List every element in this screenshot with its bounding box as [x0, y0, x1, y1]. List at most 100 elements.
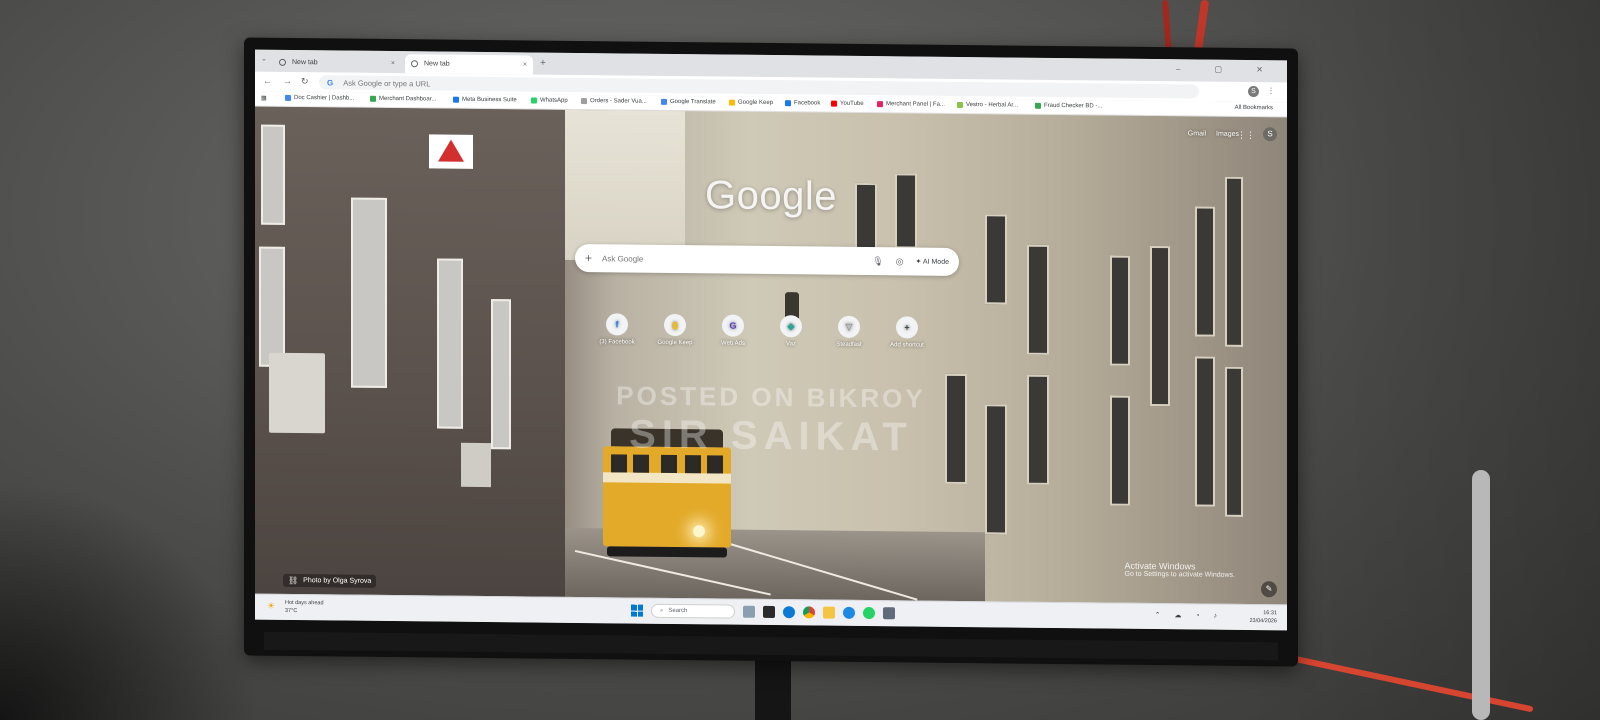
window	[1110, 395, 1130, 506]
images-link[interactable]: Images	[1216, 131, 1239, 138]
photo-credit[interactable]: ⛓ Photo by Olga Syrova	[283, 573, 377, 588]
vaz-icon: ◆	[780, 315, 802, 338]
bookmark-item[interactable]: Meta Business Suite	[453, 96, 517, 103]
shortcut-tile[interactable]: ▮ Google Keep	[645, 313, 705, 347]
windows-start-icon[interactable]	[631, 604, 643, 617]
tram-window	[633, 454, 649, 473]
edge-browser-icon[interactable]	[783, 606, 795, 619]
window	[259, 246, 285, 367]
account-avatar[interactable]: S	[1263, 127, 1277, 142]
bookmark-item[interactable]: Google Keep	[729, 99, 773, 106]
bookmark-item[interactable]: Merchant Panel | Fa...	[877, 101, 945, 108]
window	[1027, 374, 1049, 485]
apps-grid-icon[interactable]: ▦	[261, 95, 267, 102]
search-icon: ⌕	[660, 607, 664, 614]
calculator-icon[interactable]	[883, 607, 895, 620]
window	[945, 373, 967, 485]
address-input[interactable]	[341, 76, 746, 93]
favicon-icon	[370, 95, 376, 102]
bookmark-item[interactable]: Fraud Checker BD -...	[1035, 102, 1102, 109]
customize-pencil-icon[interactable]: ✎	[1261, 581, 1277, 598]
bookmark-item[interactable]: Merchant Dashboar...	[370, 95, 436, 102]
facebook-icon: f	[606, 313, 628, 336]
window	[985, 404, 1007, 535]
window	[1150, 245, 1170, 407]
tram-window	[661, 454, 677, 474]
new-tab-button[interactable]: +	[540, 58, 546, 69]
window	[1195, 206, 1215, 337]
plus-icon[interactable]: +	[585, 251, 592, 265]
taskbar-clock[interactable]: 16:31 23/04/2026	[1249, 609, 1277, 625]
task-view-icon[interactable]	[743, 605, 755, 618]
tab-title: New tab	[424, 60, 450, 68]
bookmark-item[interactable]: YouTube	[831, 100, 864, 107]
warning-sign	[429, 134, 473, 169]
bookmark-item[interactable]: Doc Cashier | Dashb...	[285, 94, 354, 102]
reload-icon[interactable]: ↻	[301, 76, 309, 87]
weather-sun-icon[interactable]: ☀	[267, 601, 275, 612]
kebab-menu-icon[interactable]: ⋮	[1267, 86, 1275, 95]
close-icon[interactable]: ×	[523, 61, 527, 68]
window-controls[interactable]: – ▢ ✕	[1176, 64, 1279, 74]
shortcut-label: Steadfast	[836, 341, 862, 348]
google-apps-icon[interactable]: ⋮⋮	[1237, 130, 1255, 141]
air-conditioner	[461, 442, 491, 488]
translate-icon	[661, 98, 667, 105]
tram-window	[611, 454, 627, 473]
window	[1027, 244, 1049, 355]
whatsapp-icon[interactable]	[863, 606, 875, 620]
shortcut-label: Vaz	[786, 341, 796, 348]
add-shortcut-tile[interactable]: + Add shortcut	[877, 316, 937, 349]
back-arrow-icon[interactable]: ←	[263, 76, 272, 86]
microphone-icon[interactable]: 🎙	[872, 256, 883, 267]
window	[1195, 356, 1215, 507]
gmail-link[interactable]: Gmail	[1188, 130, 1206, 137]
grey-cable	[1472, 470, 1490, 720]
bookmark-item[interactable]: Vestro - Herbal Ar...	[957, 101, 1018, 109]
bookmark-item[interactable]: Google Translate	[661, 98, 716, 105]
tab-search-icon[interactable]: ⌄	[261, 55, 267, 63]
tab-1[interactable]: New tab ×	[273, 53, 401, 73]
taskbar-search[interactable]: ⌕ Search	[651, 603, 735, 619]
search-box[interactable]: + 🎙 ◎ ✦ AI Mode	[575, 243, 959, 276]
bookmark-item[interactable]: Facebook	[785, 100, 820, 107]
clock-date: 23/04/2026	[1249, 618, 1277, 625]
widgets-icon[interactable]	[763, 605, 775, 619]
close-icon[interactable]: ×	[391, 60, 395, 67]
bookmark-item[interactable]: WhatsApp	[531, 97, 568, 104]
shortcut-tile[interactable]: ▽ Steadfast	[819, 315, 879, 349]
monitor-chin	[264, 631, 1278, 661]
new-tab-page: Gmail Images ⋮⋮ S Google + 🎙 ◎ ✦ AI Mode…	[255, 106, 1287, 606]
globe-icon	[279, 58, 286, 66]
forward-arrow-icon[interactable]: →	[283, 76, 292, 86]
tram-roof	[611, 428, 723, 448]
keep-icon: ▮	[664, 313, 686, 337]
app-icon[interactable]	[843, 606, 855, 619]
window	[351, 197, 387, 388]
weather-temp: 37°C	[285, 607, 298, 615]
system-tray-icons[interactable]: ⌃ ☁ ◔ ♪	[1155, 611, 1223, 620]
clock-time: 16:31	[1263, 610, 1277, 617]
ai-mode-button[interactable]: ✦ AI Mode	[915, 258, 949, 266]
photo-credit-text: Photo by Olga Syrova	[303, 577, 372, 585]
tab-2[interactable]: New tab ×	[405, 54, 533, 75]
shortcut-label: Google Keep	[657, 339, 693, 347]
all-bookmarks-folder[interactable]: All Bookmarks	[1235, 105, 1273, 111]
shortcut-tile[interactable]: f (3) Facebook	[587, 313, 647, 346]
favicon-icon	[285, 94, 291, 101]
weather-widget[interactable]: Hot days ahead 37°C	[285, 599, 324, 615]
bookmark-item[interactable]: Orders - Sader Vua...	[581, 98, 647, 105]
file-explorer-icon[interactable]	[823, 606, 835, 619]
triangle-icon	[438, 139, 464, 162]
floor-shadow	[0, 480, 260, 720]
chrome-browser-icon[interactable]	[803, 606, 815, 619]
activate-subtitle: Go to Settings to activate Windows.	[1124, 570, 1236, 579]
shortcut-tile[interactable]: G Web Ads	[703, 314, 763, 347]
favicon-icon	[957, 101, 963, 109]
window	[437, 258, 463, 429]
profile-avatar[interactable]: S	[1248, 85, 1259, 98]
shortcut-tile[interactable]: ◆ Vaz	[761, 315, 821, 348]
lens-camera-icon[interactable]: ◎	[896, 256, 904, 267]
search-input[interactable]	[600, 252, 861, 267]
facebook-icon	[785, 100, 791, 107]
